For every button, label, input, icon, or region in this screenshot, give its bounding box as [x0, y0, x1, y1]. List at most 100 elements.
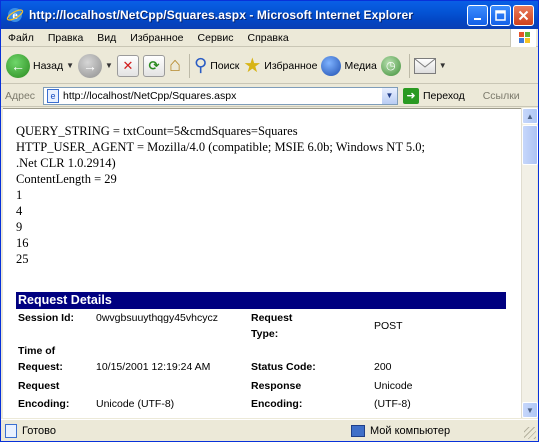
toolbar-separator: [408, 53, 410, 78]
square-line: 25: [16, 252, 29, 266]
response-encoding-label: Encoding:: [251, 398, 303, 410]
raw-line: QUERY_STRING = txtCount=5&cmdSquares=Squ…: [16, 124, 298, 138]
status-text: Готово: [22, 424, 56, 437]
mail-button[interactable]: ▼: [413, 50, 447, 82]
history-icon: ◷: [380, 55, 401, 76]
title-bar[interactable]: e http://localhost/NetCpp/Squares.aspx -…: [1, 1, 538, 29]
favorites-star-icon: ★: [243, 55, 262, 77]
address-bar: Адрес e ▼ ➜ Переход Ссылки: [1, 85, 538, 107]
request-type-value: POST: [374, 320, 403, 332]
address-input[interactable]: [63, 89, 381, 102]
menu-file[interactable]: Файл: [1, 29, 41, 47]
raw-line: .Net CLR 1.0.2914): [16, 156, 116, 170]
media-globe-icon: [321, 55, 342, 76]
forward-dropdown-icon[interactable]: ▼: [105, 61, 113, 70]
request-encoding-label: Request: [18, 380, 60, 392]
close-button[interactable]: [513, 5, 534, 26]
mail-icon: [413, 57, 436, 74]
vertical-scrollbar[interactable]: ▲ ▼: [521, 108, 538, 418]
scroll-thumb[interactable]: [522, 125, 538, 165]
windows-logo-icon: [510, 29, 536, 47]
status-code-value: 200: [374, 361, 392, 373]
window-title: http://localhost/NetCpp/Squares.aspx - M…: [29, 8, 413, 22]
scroll-down-icon[interactable]: ▼: [522, 402, 538, 418]
home-button[interactable]: ⌂: [169, 50, 181, 82]
links-toolbar[interactable]: Ссылки: [483, 90, 520, 102]
window-controls: [467, 5, 534, 26]
favorites-label: Избранное: [264, 59, 318, 72]
media-label: Медиа: [344, 59, 377, 72]
session-id-label: Session Id:: [18, 312, 75, 324]
request-type-label: Request: [251, 312, 293, 324]
toolbar-separator: [189, 53, 191, 78]
page-icon: e: [47, 88, 59, 103]
maximize-icon: [495, 10, 506, 21]
page-content: QUERY_STRING = txtCount=5&cmdSquares=Squ…: [3, 108, 521, 418]
close-icon: [518, 10, 529, 21]
forward-arrow-icon: →: [78, 53, 103, 78]
response-encoding-label: Response: [251, 380, 302, 392]
standard-toolbar: ← Назад ▼ → ▼ ✕ ⟳ ⌂ ⚲ Поиск ★ Избранное …: [1, 48, 538, 84]
address-field[interactable]: e ▼: [43, 86, 398, 105]
menu-bar: Файл Правка Вид Избранное Сервис Справка: [1, 29, 538, 47]
address-label: Адрес: [5, 89, 36, 102]
browser-window: e http://localhost/NetCpp/Squares.aspx -…: [0, 0, 539, 442]
raw-line: ContentLength = 29: [16, 172, 117, 186]
time-of-request-value: 10/15/2001 12:19:24 AM: [96, 361, 211, 373]
stop-icon: ✕: [116, 54, 139, 77]
refresh-button[interactable]: ⟳: [142, 50, 165, 82]
menu-view[interactable]: Вид: [90, 29, 123, 47]
go-button[interactable]: ➜ Переход: [403, 87, 465, 104]
menu-edit[interactable]: Правка: [41, 29, 90, 47]
square-line: 1: [16, 188, 23, 202]
back-button[interactable]: ← Назад ▼: [6, 50, 74, 82]
go-arrow-icon: ➜: [403, 87, 419, 104]
search-label: Поиск: [210, 59, 240, 72]
menu-help[interactable]: Справка: [240, 29, 295, 47]
time-of-request-label: Time of: [18, 345, 56, 357]
raw-line: HTTP_USER_AGENT = Mozilla/4.0 (compatibl…: [16, 140, 425, 154]
minimize-button[interactable]: [467, 5, 488, 26]
session-id-value: 0wvgbsuuythqgy45vhcycz: [96, 312, 218, 324]
zone-text: Мой компьютер: [370, 424, 451, 437]
status-code-label: Status Code:: [251, 361, 316, 373]
security-zone: Мой компьютер: [351, 424, 451, 437]
history-button[interactable]: ◷: [380, 50, 401, 82]
status-bar: Готово Мой компьютер: [1, 419, 538, 441]
search-icon: ⚲: [194, 55, 208, 75]
refresh-icon: ⟳: [142, 54, 165, 77]
square-line: 9: [16, 220, 23, 234]
back-arrow-icon: ←: [6, 53, 30, 78]
internet-explorer-icon: e: [6, 8, 24, 22]
address-dropdown-icon[interactable]: ▼: [381, 87, 397, 104]
back-label: Назад: [33, 59, 64, 72]
status-left: Готово: [1, 423, 341, 438]
forward-button[interactable]: → ▼: [78, 50, 113, 82]
minimize-icon: [473, 17, 481, 20]
resize-grip[interactable]: [524, 427, 536, 439]
computer-icon: [351, 424, 365, 437]
response-encoding-value: Unicode: [374, 380, 413, 392]
mail-dropdown-icon[interactable]: ▼: [439, 61, 447, 70]
request-type-label: Type:: [251, 328, 279, 340]
stop-button[interactable]: ✕: [116, 50, 139, 82]
square-line: 4: [16, 204, 23, 218]
request-details-header: Request Details: [16, 292, 506, 309]
go-label: Переход: [423, 89, 465, 102]
square-line: 16: [16, 236, 29, 250]
scroll-up-icon[interactable]: ▲: [522, 108, 538, 124]
maximize-button[interactable]: [490, 5, 511, 26]
favorites-button[interactable]: ★ Избранное: [243, 50, 317, 82]
request-encoding-value: Unicode (UTF-8): [96, 398, 175, 410]
response-encoding-value: (UTF-8): [374, 398, 411, 410]
menu-favorites[interactable]: Избранное: [123, 29, 190, 47]
raw-output: QUERY_STRING = txtCount=5&cmdSquares=Squ…: [16, 123, 425, 267]
time-of-request-label: Request:: [18, 361, 63, 373]
media-button[interactable]: Медиа: [321, 50, 377, 82]
request-encoding-label: Encoding:: [18, 398, 70, 410]
back-dropdown-icon[interactable]: ▼: [66, 61, 74, 70]
home-icon: ⌂: [168, 54, 182, 76]
menu-tools[interactable]: Сервис: [191, 29, 241, 47]
page-done-icon: [5, 423, 17, 438]
search-button[interactable]: ⚲ Поиск: [194, 50, 239, 82]
